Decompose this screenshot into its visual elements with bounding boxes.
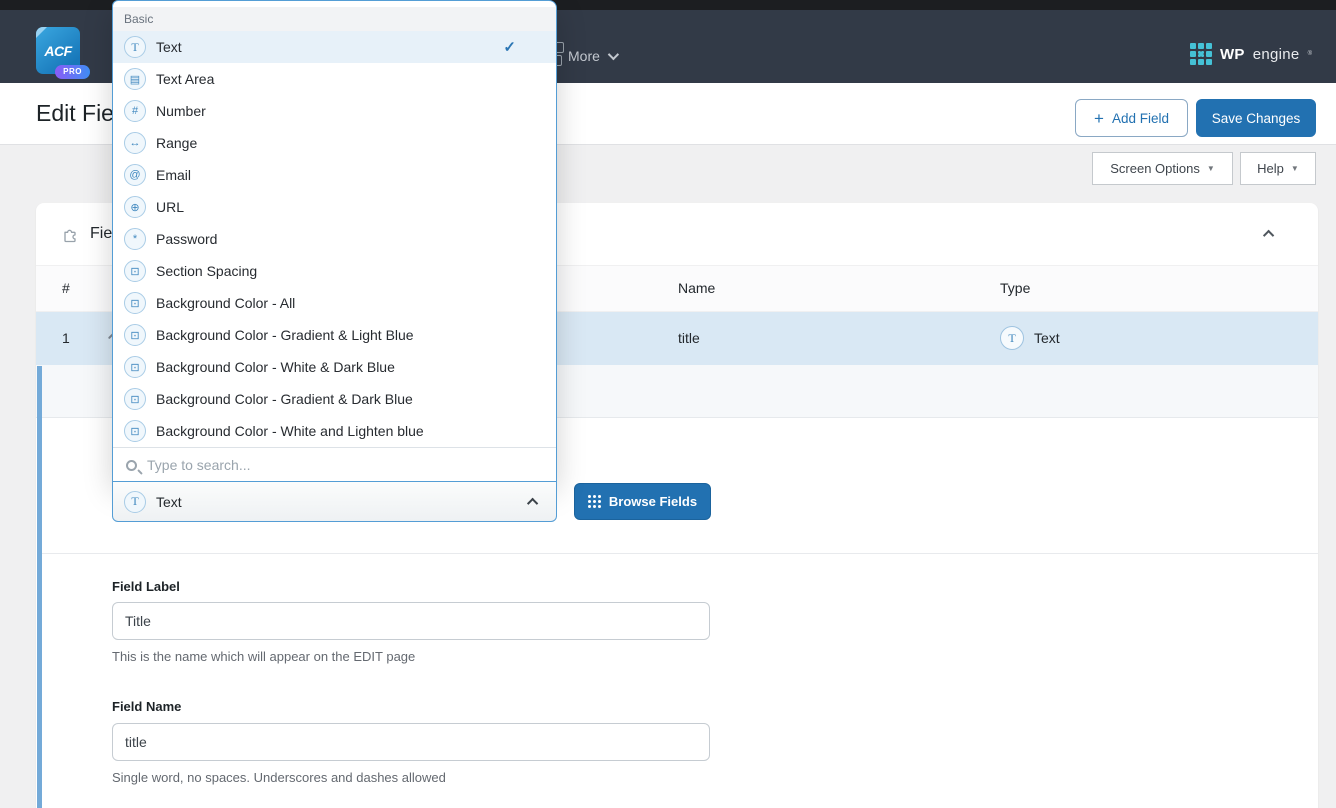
settings-divider [42, 553, 1318, 554]
add-field-button[interactable]: + Add Field [1075, 99, 1188, 137]
row-name: title [678, 330, 700, 346]
caret-down-icon: ▼ [1291, 164, 1299, 173]
field-type-select-value: Text [156, 494, 182, 510]
screen-options-flap[interactable]: Screen Options ▼ [1092, 152, 1233, 185]
chevron-down-icon [608, 49, 619, 60]
field-type-option[interactable]: @ Email ✓ [113, 159, 556, 191]
textarea-icon: ▤ [124, 68, 146, 90]
open-field-accent-bar [37, 366, 42, 808]
cube-icon: ⊡ [124, 420, 146, 442]
field-label-help: This is the name which will appear on th… [112, 649, 415, 664]
url-icon: ⊕ [124, 196, 146, 218]
cube-icon: ⊡ [124, 388, 146, 410]
field-name-input[interactable] [112, 723, 710, 761]
field-label-input[interactable] [112, 602, 710, 640]
dropdown-search-row [113, 447, 556, 482]
column-header-name: Name [678, 280, 715, 296]
field-type-option-label: Text [156, 39, 182, 55]
help-label: Help [1257, 161, 1284, 176]
nav-more-label: More [568, 48, 600, 64]
wpengine-wp-text: WP [1220, 46, 1245, 63]
field-type-option-label: Password [156, 231, 217, 247]
search-icon [126, 460, 137, 471]
password-icon: * [124, 228, 146, 250]
panel-collapse-button[interactable] [1262, 226, 1278, 242]
acf-edit-field-group-screen: ACF PRO More WP engine ® Edit Field Grou… [0, 0, 1336, 808]
wpengine-logo: WP engine ® [1190, 43, 1312, 65]
plus-icon: + [1094, 110, 1104, 127]
field-type-option-list: T Text ✓ ▤ Text Area ✓ # Number ✓ ↔ Rang… [113, 31, 556, 447]
wpengine-engine-text: engine [1253, 46, 1300, 63]
field-type-option-label: Background Color - Gradient & Light Blue [156, 327, 414, 343]
email-icon: @ [124, 164, 146, 186]
field-type-option-label: Background Color - All [156, 295, 295, 311]
field-type-option-label: Background Color - White & Dark Blue [156, 359, 395, 375]
puzzle-icon [60, 224, 80, 244]
browse-fields-label: Browse Fields [609, 494, 697, 509]
field-type-option-label: Text Area [156, 71, 214, 87]
field-type-option[interactable]: ⊡ Background Color - Gradient & Dark Blu… [113, 383, 556, 415]
field-type-option-label: Section Spacing [156, 263, 257, 279]
dropdown-group-label: Basic [113, 7, 556, 31]
cube-icon: ⊡ [124, 260, 146, 282]
field-type-option-label: Background Color - Gradient & Dark Blue [156, 391, 413, 407]
row-number: 1 [62, 330, 70, 346]
cube-icon: ⊡ [124, 292, 146, 314]
field-type-option[interactable]: # Number ✓ [113, 95, 556, 127]
text-type-icon: T [124, 491, 146, 513]
field-type-option[interactable]: ⊕ URL ✓ [113, 191, 556, 223]
cube-icon: ⊡ [124, 356, 146, 378]
registered-mark: ® [1308, 51, 1312, 57]
chevron-up-icon [530, 493, 538, 511]
field-type-option[interactable]: ⊡ Background Color - White and Lighten b… [113, 415, 556, 447]
text-type-icon: T [1000, 326, 1024, 350]
field-type-option-label: Range [156, 135, 197, 151]
save-changes-label: Save Changes [1212, 111, 1301, 126]
acf-logo-text: ACF [44, 43, 71, 59]
field-type-select[interactable]: T Text [112, 481, 557, 522]
field-type-option-label: URL [156, 199, 184, 215]
field-type-option[interactable]: ⊡ Background Color - All ✓ [113, 287, 556, 319]
chevron-up-icon [1263, 230, 1274, 241]
field-label-label: Field Label [112, 579, 180, 594]
row-type: T Text [1000, 326, 1060, 350]
text-icon: T [124, 36, 146, 58]
field-type-option-label: Email [156, 167, 191, 183]
caret-down-icon: ▼ [1207, 164, 1215, 173]
wpengine-grid-icon [1190, 43, 1212, 65]
field-type-option-label: Number [156, 103, 206, 119]
field-type-option-label: Background Color - White and Lighten blu… [156, 423, 424, 439]
acf-pro-badge: PRO [55, 65, 90, 79]
save-changes-button[interactable]: Save Changes [1196, 99, 1316, 137]
field-type-option[interactable]: ⊡ Section Spacing ✓ [113, 255, 556, 287]
field-type-option[interactable]: * Password ✓ [113, 223, 556, 255]
number-icon: # [124, 100, 146, 122]
grid-dots-icon [588, 495, 601, 508]
checkmark-icon: ✓ [503, 38, 516, 56]
column-header-number: # [62, 280, 70, 296]
field-type-search-input[interactable] [147, 457, 527, 473]
acf-logo[interactable]: ACF PRO [36, 27, 80, 74]
column-header-type: Type [1000, 280, 1030, 296]
screen-options-label: Screen Options [1110, 161, 1200, 176]
field-type-option[interactable]: ⊡ Background Color - Gradient & Light Bl… [113, 319, 556, 351]
field-type-option[interactable]: T Text ✓ [113, 31, 556, 63]
range-icon: ↔ [124, 132, 146, 154]
field-type-option[interactable]: ▤ Text Area ✓ [113, 63, 556, 95]
browse-fields-button[interactable]: Browse Fields [574, 483, 711, 520]
field-type-option[interactable]: ⊡ Background Color - White & Dark Blue ✓ [113, 351, 556, 383]
field-name-help: Single word, no spaces. Underscores and … [112, 770, 446, 785]
field-type-dropdown-popup: Basic T Text ✓ ▤ Text Area ✓ # Number ✓ … [112, 0, 557, 482]
cube-icon: ⊡ [124, 324, 146, 346]
nav-more-menu[interactable]: More [568, 46, 616, 66]
field-name-label: Field Name [112, 699, 181, 714]
row-type-label: Text [1034, 330, 1060, 346]
help-flap[interactable]: Help ▼ [1240, 152, 1316, 185]
add-field-label: Add Field [1112, 111, 1169, 126]
field-type-option[interactable]: ↔ Range ✓ [113, 127, 556, 159]
